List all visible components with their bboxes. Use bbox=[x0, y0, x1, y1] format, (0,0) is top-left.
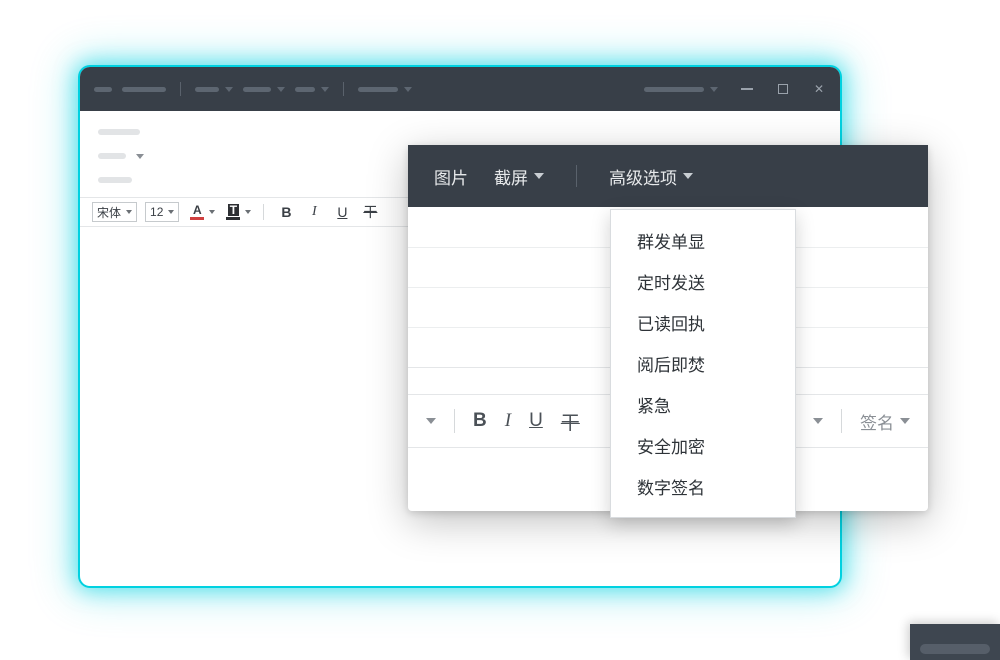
close-button[interactable] bbox=[812, 82, 826, 96]
minimize-icon bbox=[741, 88, 753, 90]
advanced-options-button[interactable]: 高级选项 bbox=[609, 164, 693, 189]
chevron-down-icon bbox=[126, 210, 132, 214]
menu-item-scheduled-send[interactable]: 定时发送 bbox=[611, 261, 795, 302]
titlebar bbox=[80, 67, 840, 111]
maximize-button[interactable] bbox=[776, 82, 790, 96]
strikethrough-button[interactable]: 干 bbox=[561, 408, 580, 435]
maximize-icon bbox=[778, 84, 788, 94]
titlebar-stub[interactable] bbox=[358, 87, 398, 92]
menu-item-urgent[interactable]: 紧急 bbox=[611, 384, 795, 425]
titlebar-stub[interactable] bbox=[644, 87, 704, 92]
menu-item-secure-encrypt[interactable]: 安全加密 bbox=[611, 425, 795, 466]
chevron-down-icon bbox=[404, 87, 412, 92]
underline-button[interactable]: U bbox=[332, 202, 352, 222]
strikethrough-button[interactable]: 干 bbox=[360, 202, 380, 222]
titlebar-stub bbox=[122, 87, 166, 92]
partial-panel-corner bbox=[910, 624, 1000, 660]
menu-item-digital-signature[interactable]: 数字签名 bbox=[611, 466, 795, 507]
signature-button[interactable]: 签名 bbox=[860, 409, 910, 434]
font-size-select[interactable]: 12 bbox=[145, 202, 179, 222]
chevron-down-icon bbox=[900, 418, 910, 424]
highlight-letter: T bbox=[228, 204, 239, 216]
menu-item-burn-after-read[interactable]: 阅后即焚 bbox=[611, 343, 795, 384]
titlebar-stub bbox=[94, 87, 112, 92]
overlay-separator bbox=[576, 165, 577, 187]
bold-button[interactable]: B bbox=[276, 202, 296, 222]
highlight-swatch bbox=[226, 217, 240, 220]
signature-label: 签名 bbox=[860, 409, 894, 434]
chevron-down-icon[interactable] bbox=[813, 418, 823, 424]
chevron-down-icon bbox=[710, 87, 718, 92]
chevron-down-icon bbox=[245, 210, 251, 214]
chevron-down-icon bbox=[168, 210, 174, 214]
font-family-value: 宋体 bbox=[97, 204, 121, 221]
chevron-down-icon bbox=[225, 87, 233, 92]
text-color-letter: A bbox=[193, 204, 202, 216]
toolbar-separator bbox=[841, 409, 842, 433]
italic-button[interactable]: I bbox=[505, 410, 511, 432]
font-size-value: 12 bbox=[150, 205, 163, 219]
toolbar-separator bbox=[454, 409, 455, 433]
italic-button[interactable]: I bbox=[304, 202, 324, 222]
highlight-color-button[interactable]: T bbox=[223, 204, 251, 220]
chevron-down-icon bbox=[534, 173, 544, 179]
titlebar-stub[interactable] bbox=[295, 87, 315, 92]
chevron-down-icon[interactable] bbox=[136, 154, 144, 159]
titlebar-separator bbox=[180, 82, 181, 96]
chevron-down-icon bbox=[683, 173, 693, 179]
chevron-down-icon bbox=[277, 87, 285, 92]
underline-button[interactable]: U bbox=[529, 410, 543, 432]
advanced-options-menu: 群发单显 定时发送 已读回执 阅后即焚 紧急 安全加密 数字签名 bbox=[610, 209, 796, 518]
advanced-options-label: 高级选项 bbox=[609, 164, 677, 189]
menu-item-read-receipt[interactable]: 已读回执 bbox=[611, 302, 795, 343]
field-stub[interactable] bbox=[98, 129, 140, 135]
field-stub[interactable] bbox=[98, 153, 126, 159]
menu-item-bcc-individual[interactable]: 群发单显 bbox=[611, 220, 795, 261]
insert-image-label: 图片 bbox=[434, 164, 468, 189]
toolbar-separator bbox=[263, 204, 264, 220]
chevron-down-icon[interactable] bbox=[426, 418, 436, 424]
overlay-header: 图片 截屏 高级选项 bbox=[408, 145, 928, 207]
minimize-button[interactable] bbox=[740, 82, 754, 96]
chevron-down-icon bbox=[209, 210, 215, 214]
screenshot-button[interactable]: 截屏 bbox=[494, 164, 544, 189]
font-family-select[interactable]: 宋体 bbox=[92, 202, 137, 222]
titlebar-stub[interactable] bbox=[195, 87, 219, 92]
screenshot-label: 截屏 bbox=[494, 164, 528, 189]
field-stub[interactable] bbox=[98, 177, 132, 183]
text-color-button[interactable]: A bbox=[187, 204, 215, 220]
text-color-swatch bbox=[190, 217, 204, 220]
titlebar-stub[interactable] bbox=[243, 87, 271, 92]
chevron-down-icon bbox=[321, 87, 329, 92]
titlebar-separator bbox=[343, 82, 344, 96]
insert-image-button[interactable]: 图片 bbox=[434, 164, 468, 189]
bold-button[interactable]: B bbox=[473, 410, 487, 432]
